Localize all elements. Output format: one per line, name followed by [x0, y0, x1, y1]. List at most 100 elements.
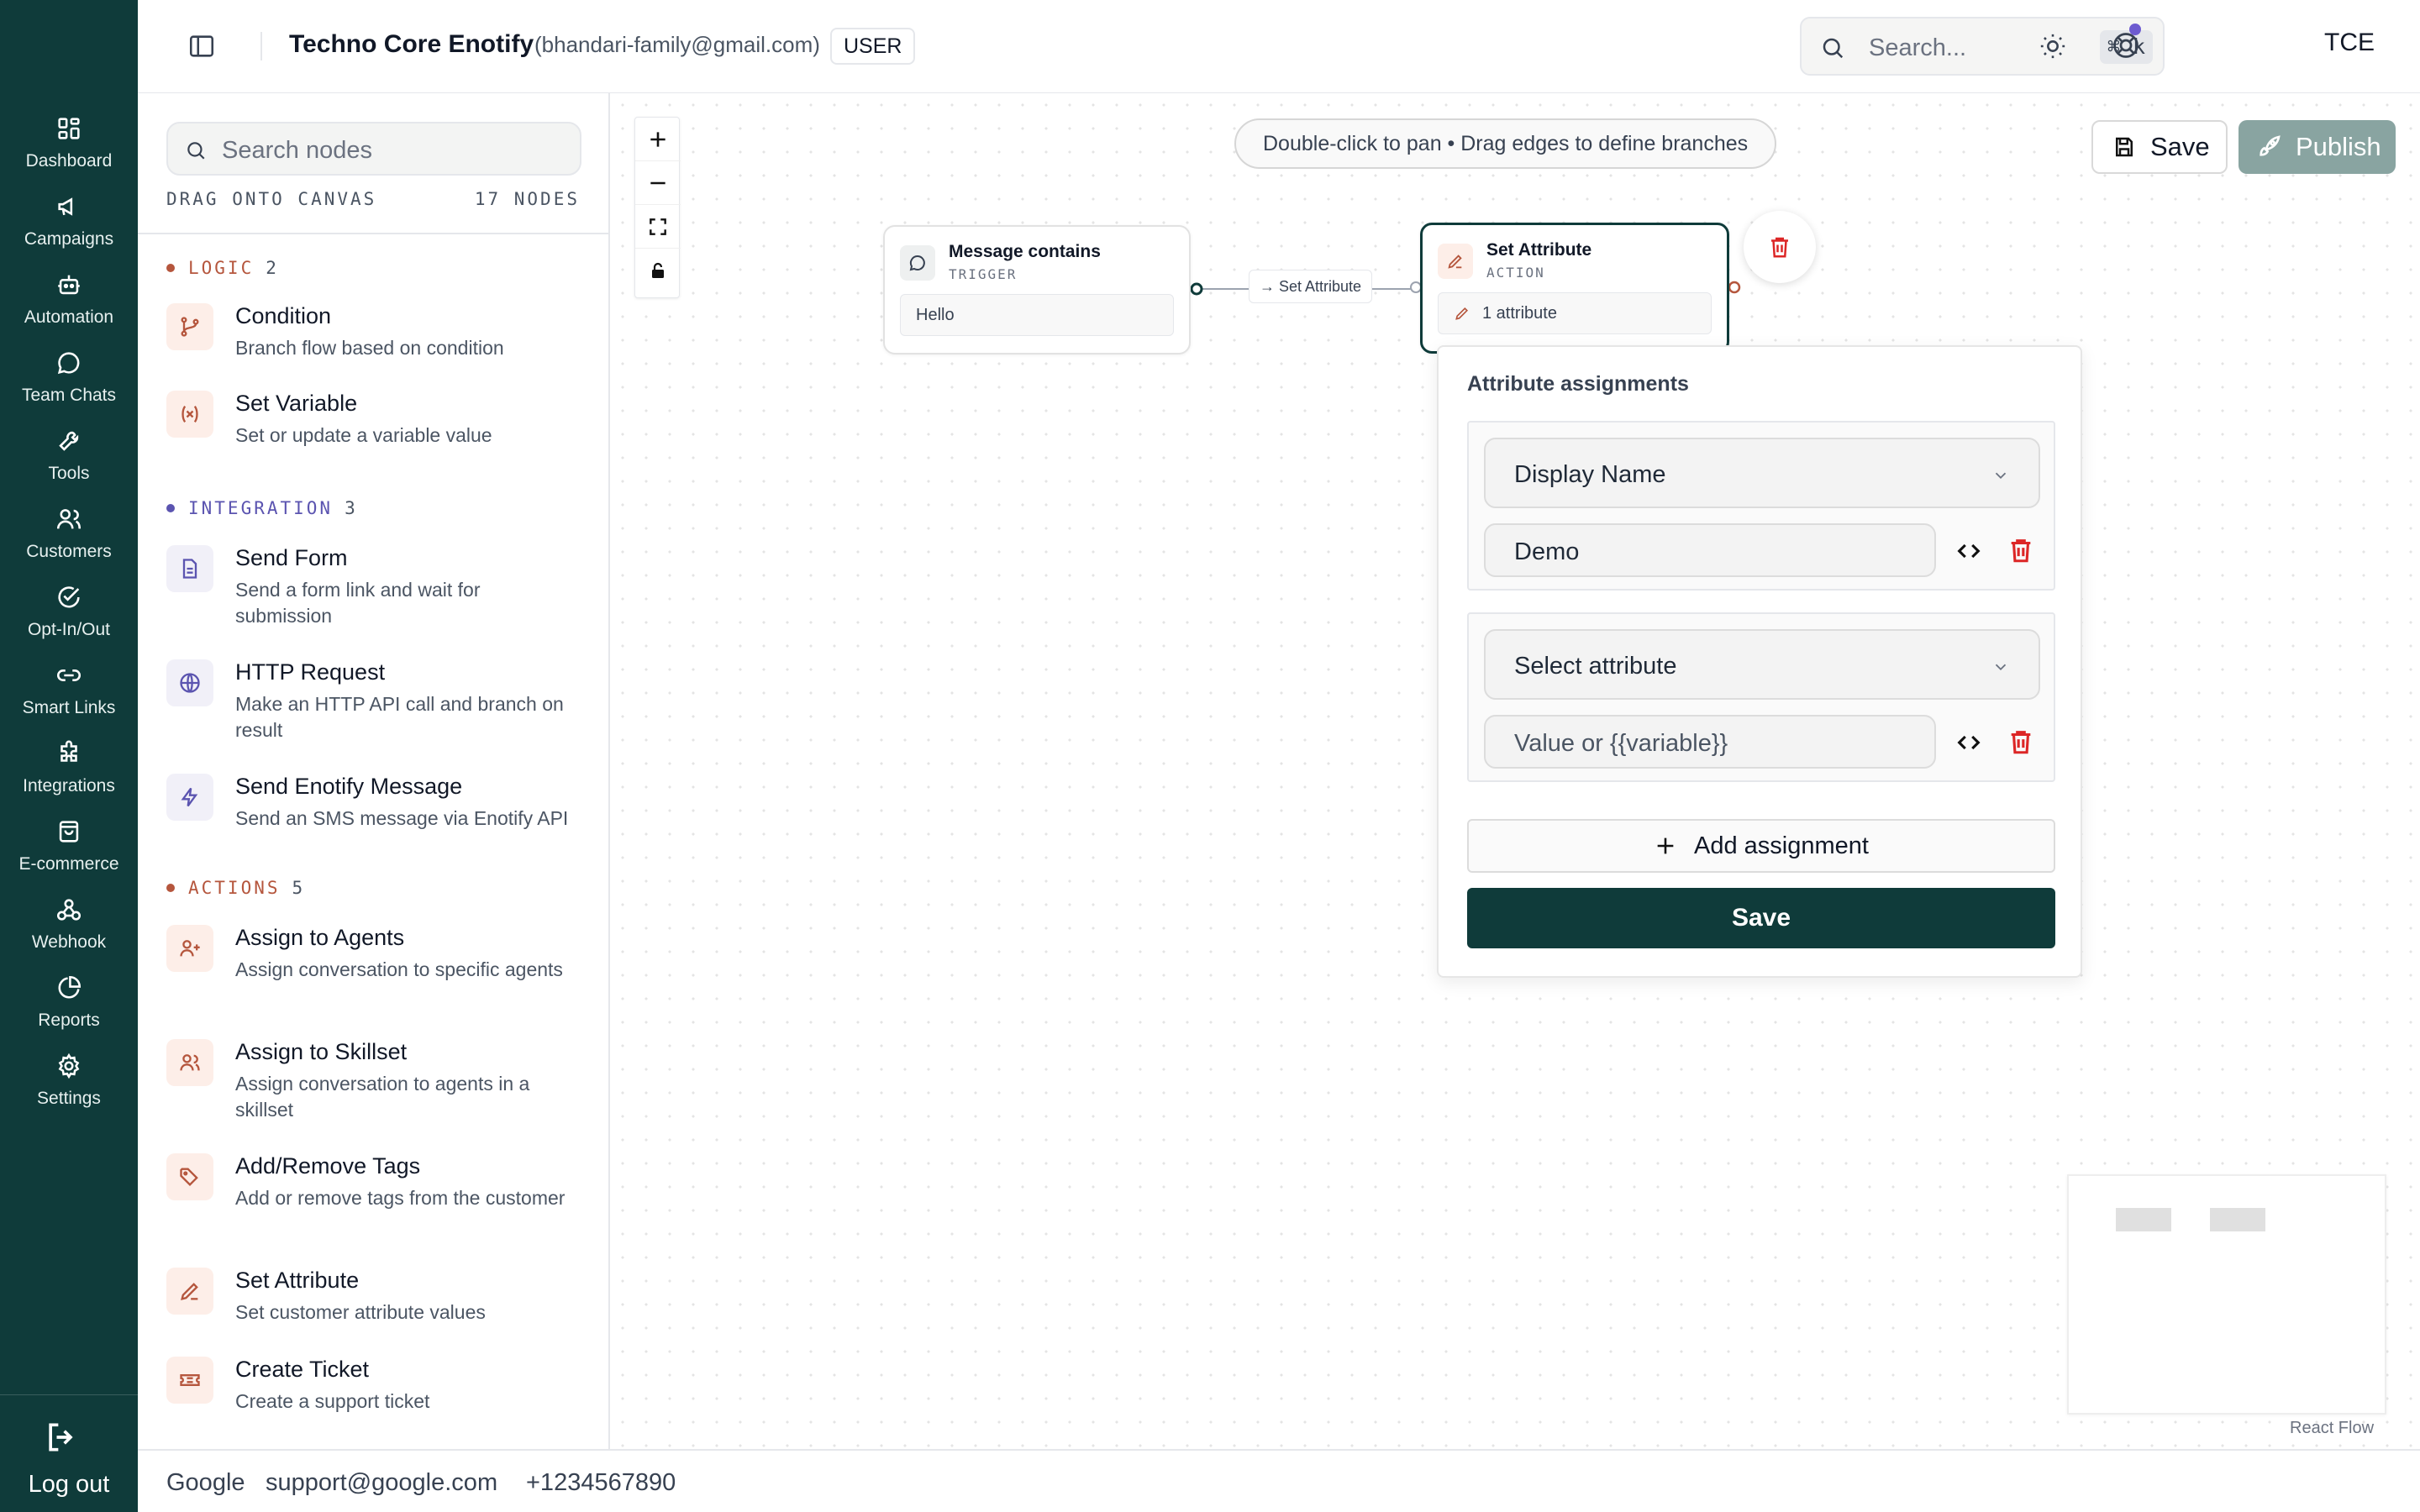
- palette-node-assign-to-agents[interactable]: Assign to Agents Assign conversation to …: [166, 925, 581, 1017]
- add-assignment-button[interactable]: Add assignment: [1467, 819, 2055, 873]
- node-count: 17 NODES: [474, 189, 580, 209]
- category-logic: LOGIC 2: [166, 258, 279, 278]
- palette-node-add-remove-tags[interactable]: Add/Remove Tags Add or remove tags from …: [166, 1153, 581, 1246]
- node-summary: 1 attribute: [1438, 292, 1712, 334]
- top-header: Techno Core Enotify (bhandari-family@gma…: [138, 0, 2420, 93]
- node-title: Set Attribute: [1486, 240, 1592, 260]
- attribute-value-placeholder: Value or {{variable}}: [1514, 730, 1728, 757]
- code-icon[interactable]: [1954, 537, 1983, 565]
- nav-item-tools[interactable]: Tools: [0, 425, 138, 497]
- puzzle-icon: [60, 740, 77, 762]
- divider: [138, 233, 608, 234]
- node-title: Assign to Skillset: [235, 1039, 408, 1064]
- nav-item-opt-in-out[interactable]: Opt-In/Out: [0, 581, 138, 654]
- node-title: Condition: [235, 303, 332, 328]
- node-title: HTTP Request: [235, 659, 386, 685]
- nav-item-e-commerce[interactable]: E-commerce: [0, 816, 138, 888]
- nav-item-integrations[interactable]: Integrations: [0, 738, 138, 810]
- node-desc: Make an HTTP API call and branch on resu…: [235, 693, 564, 741]
- wrench-icon: [59, 431, 79, 451]
- nav-label: E-commerce: [18, 854, 119, 874]
- attribute-select[interactable]: Select attribute: [1484, 629, 2040, 700]
- footer: Google support@google.com +1234567890: [138, 1449, 2420, 1512]
- category-dot: [166, 884, 175, 892]
- flow-node-set-attribute[interactable]: Set Attribute ACTION 1 attribute: [1420, 223, 1729, 354]
- footer-company: Google: [166, 1469, 245, 1496]
- nav-item-settings[interactable]: Settings: [0, 1050, 138, 1122]
- nav-label: Automation: [24, 307, 114, 327]
- nav-label: Integrations: [23, 776, 115, 795]
- trash-icon: [1771, 237, 1788, 258]
- attribute-value-input[interactable]: Value or {{variable}}: [1484, 715, 1936, 769]
- save-assignments-button[interactable]: Save: [1467, 888, 2055, 948]
- trash-icon[interactable]: [2007, 727, 2035, 757]
- nav-item-automation[interactable]: Automation: [0, 269, 138, 341]
- plus-icon: [1657, 837, 1674, 854]
- category-name: INTEGRATION: [188, 498, 334, 518]
- nav-item-webhook[interactable]: Webhook: [0, 894, 138, 966]
- category-dot: [166, 504, 175, 512]
- users-icon: [56, 509, 82, 529]
- minimap-node: [2210, 1208, 2265, 1231]
- palette-node-assign-to-skillset[interactable]: Assign to Skillset Assign conversation t…: [166, 1039, 581, 1131]
- pie-chart-icon: [58, 975, 82, 999]
- nav-item-customers[interactable]: Customers: [0, 503, 138, 575]
- node-title: Set Attribute: [235, 1268, 360, 1293]
- nav-item-smart-links[interactable]: Smart Links: [0, 659, 138, 732]
- source-handle[interactable]: [1190, 282, 1203, 296]
- logout-button[interactable]: Log out: [0, 1394, 138, 1512]
- node-desc: Assign conversation to agents in a skill…: [235, 1073, 530, 1121]
- node-value: Hello: [900, 294, 1174, 336]
- attribute-select[interactable]: Display Name: [1484, 438, 2040, 508]
- palette-node-set-attribute[interactable]: Set Attribute Set customer attribute val…: [166, 1268, 581, 1335]
- nav-label: Webhook: [31, 932, 107, 952]
- tags-icon: [166, 1153, 213, 1200]
- sidebar-toggle-icon[interactable]: [187, 32, 217, 60]
- nav-item-dashboard[interactable]: Dashboard: [0, 113, 138, 185]
- logout-label: Log out: [28, 1471, 110, 1498]
- flow-canvas[interactable]: Double-click to pan • Drag edges to defi…: [611, 93, 2420, 1449]
- palette-node-send-form[interactable]: Send Form Send a form link and wait for …: [166, 545, 581, 638]
- lightning-icon: [166, 774, 213, 821]
- logout-icon: [49, 1423, 73, 1452]
- trash-icon[interactable]: [2007, 535, 2035, 565]
- node-title: Send Form: [235, 545, 348, 570]
- palette-node-condition[interactable]: Condition Branch flow based on condition: [166, 303, 581, 370]
- edge-label[interactable]: → Set Attribute: [1249, 270, 1373, 303]
- node-title: Assign to Agents: [235, 925, 405, 950]
- sun-icon[interactable]: [2039, 32, 2067, 60]
- node-title: Message contains: [949, 242, 1101, 261]
- category-dot: [166, 264, 175, 272]
- minimap[interactable]: [2067, 1174, 2386, 1415]
- category-integration: INTEGRATION 3: [166, 498, 358, 518]
- nav-item-reports[interactable]: Reports: [0, 972, 138, 1044]
- org-email: (bhandari-family@gmail.com): [534, 32, 820, 57]
- palette-node-set-variable[interactable]: Set Variable Set or update a variable va…: [166, 391, 581, 458]
- palette-node-http-request[interactable]: HTTP Request Make an HTTP API call and b…: [166, 659, 581, 752]
- delete-node-button[interactable]: [1744, 211, 1816, 283]
- form-icon: [166, 545, 213, 592]
- category-count: 3: [345, 498, 358, 518]
- avatar[interactable]: TCE: [2324, 29, 2375, 57]
- flow-node-trigger[interactable]: Message contains TRIGGER Hello: [883, 225, 1191, 354]
- node-desc: Send a form link and wait for submission: [235, 579, 481, 627]
- node-type: TRIGGER: [949, 266, 1018, 282]
- check-circle-icon: [58, 586, 80, 608]
- code-icon[interactable]: [1954, 728, 1983, 757]
- attribute-value-input[interactable]: Demo: [1484, 523, 1936, 577]
- category-name: ACTIONS: [188, 878, 281, 898]
- palette-node-send-enotify-message[interactable]: Send Enotify Message Send an SMS message…: [166, 774, 581, 841]
- nav-item-team-chats[interactable]: Team Chats: [0, 347, 138, 419]
- nav-item-campaigns[interactable]: Campaigns: [0, 191, 138, 263]
- footer-email[interactable]: support@google.com: [266, 1469, 497, 1497]
- assignment-card: Display Name Demo: [1467, 421, 2055, 591]
- react-flow-attribution[interactable]: React Flow: [2290, 1419, 2374, 1438]
- node-search-input[interactable]: Search nodes: [166, 122, 581, 176]
- palette-node-create-ticket[interactable]: Create Ticket Create a support ticket: [166, 1357, 581, 1424]
- source-handle[interactable]: [1728, 281, 1741, 294]
- nav-label: Campaigns: [24, 229, 114, 249]
- search-icon: [1823, 38, 1844, 59]
- global-search-input[interactable]: Search... ⌘ k: [1800, 17, 2165, 76]
- megaphone-icon: [58, 197, 73, 216]
- add-assignment-label: Add assignment: [1694, 832, 1869, 859]
